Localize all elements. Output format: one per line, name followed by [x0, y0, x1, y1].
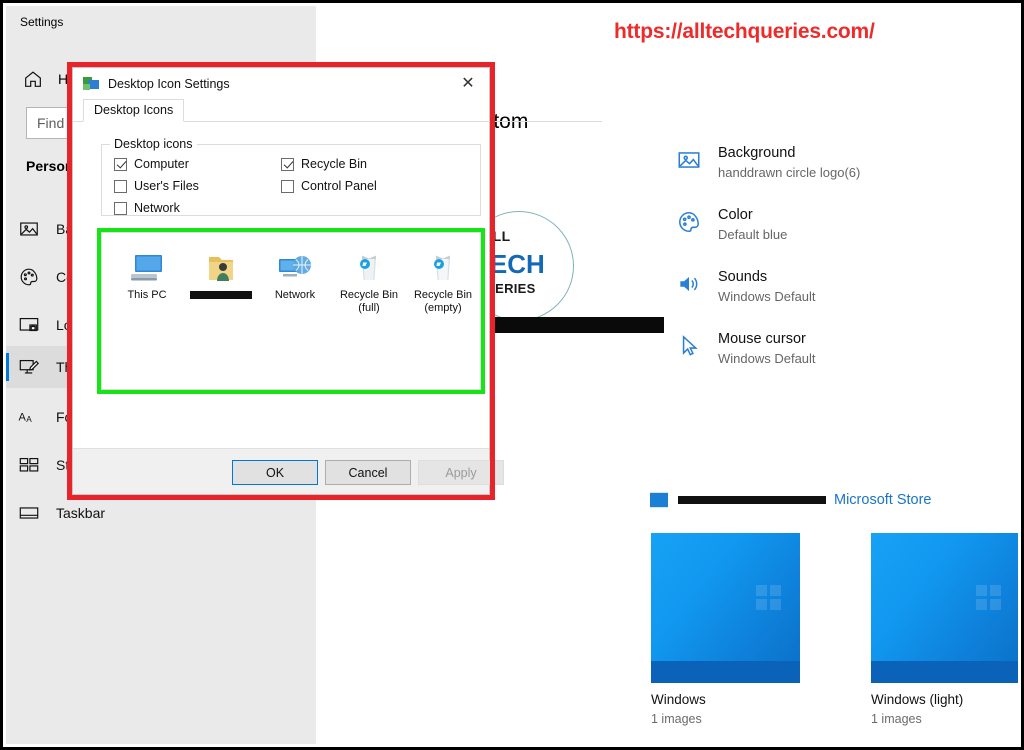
windows-logo-icon [756, 585, 782, 611]
checkbox-recycle-bin[interactable]: Recycle Bin [281, 157, 367, 171]
desktop-icon-settings-dialog: Desktop Icon Settings ✕ Desktop Icons De… [72, 67, 604, 495]
recycle-bin-full-icon [332, 247, 406, 283]
theme-prop-background[interactable]: Background handdrawn circle logo(6) [676, 144, 1006, 188]
preview-icon-network[interactable]: Network [258, 247, 332, 315]
groupbox-legend: Desktop icons [110, 137, 197, 151]
apply-button: Apply [418, 460, 504, 485]
checkbox-recycle-bin-box[interactable] [281, 157, 294, 171]
checkbox-control-panel[interactable]: Control Panel [281, 179, 377, 193]
fonts-icon: AA [18, 406, 40, 428]
preview-icon-user-files[interactable] [184, 247, 258, 315]
theme-name: Windows (light) [871, 692, 964, 707]
window-title: Settings [20, 15, 64, 29]
checkbox-network-label: Network [134, 201, 180, 215]
desktop-icons-groupbox: Desktop icons Computer Recycle Bin User'… [101, 137, 481, 216]
close-icon[interactable]: ✕ [447, 68, 489, 100]
checkbox-network[interactable]: Network [114, 201, 180, 215]
icon-preview-area[interactable]: This PC Network Recycle Bin (full) Recyc… [101, 232, 481, 390]
lock-screen-icon [18, 314, 40, 336]
start-icon [18, 454, 40, 476]
checkbox-computer-box[interactable] [114, 157, 127, 171]
redaction-bar-theme-name [486, 317, 664, 333]
network-icon [258, 247, 332, 283]
checkbox-computer-label: Computer [134, 157, 189, 171]
theme-card[interactable]: Windows (light) 1 images [871, 533, 1018, 726]
recycle-bin-empty-icon [406, 247, 480, 283]
taskbar-icon [18, 502, 40, 524]
theme-prop-sounds-title: Sounds [718, 269, 768, 285]
palette-icon [676, 209, 702, 235]
dialog-tabstrip: Desktop Icons [72, 99, 604, 122]
theme-name: Windows [651, 692, 706, 707]
preview-icon-this-pc[interactable]: This PC [110, 247, 184, 315]
checkbox-recycle-bin-label: Recycle Bin [301, 157, 367, 171]
cursor-icon [676, 333, 702, 359]
desktop-icon-settings-icon [83, 77, 99, 91]
theme-thumbnail[interactable] [871, 533, 1018, 683]
preview-icon-recycle-bin-empty-label: Recycle Bin [413, 289, 473, 301]
checkbox-users-files-box[interactable] [114, 179, 127, 193]
theme-prop-mouse-cursor[interactable]: Mouse cursor Windows Default [676, 330, 1006, 374]
redaction-bar-get-more-themes [678, 496, 826, 504]
theme-thumbnail[interactable] [651, 533, 800, 683]
image-icon [18, 218, 40, 240]
sidebar-item-taskbar-label: Taskbar [56, 505, 106, 521]
tab-desktop-icons[interactable]: Desktop Icons [83, 99, 185, 122]
theme-prop-color-title: Color [718, 207, 753, 223]
theme-prop-sounds[interactable]: Sounds Windows Default [676, 268, 1006, 312]
preview-icon-recycle-bin-empty-sublabel: (empty) [424, 302, 462, 314]
speaker-icon [676, 271, 702, 297]
checkbox-control-panel-label: Control Panel [301, 179, 377, 193]
cancel-button[interactable]: Cancel [325, 460, 411, 485]
checkbox-computer[interactable]: Computer [114, 157, 189, 171]
microsoft-store-link[interactable]: Microsoft Store [834, 492, 932, 508]
image-icon [676, 147, 702, 173]
site-url-watermark: https://alltechqueries.com/ [614, 20, 875, 43]
checkbox-users-files[interactable]: User's Files [114, 179, 199, 193]
theme-prop-mouse-cursor-title: Mouse cursor [718, 331, 806, 347]
theme-image-count: 1 images [651, 712, 702, 726]
ok-button[interactable]: OK [232, 460, 318, 485]
redaction-bar-username [190, 291, 252, 299]
sidebar-item-taskbar[interactable]: Taskbar [6, 492, 296, 534]
dialog-body: Desktop Icons Desktop icons Computer Rec… [72, 99, 604, 491]
checkbox-users-files-label: User's Files [134, 179, 199, 193]
windows-logo-icon [976, 585, 1002, 611]
theme-prop-background-value: handdrawn circle logo(6) [718, 165, 861, 180]
theme-prop-color-value: Default blue [718, 227, 788, 242]
theme-prop-color[interactable]: Color Default blue [676, 206, 1006, 250]
preview-icon-network-label: Network [274, 289, 316, 301]
theme-prop-background-title: Background [718, 145, 796, 161]
preview-icon-recycle-bin-empty[interactable]: Recycle Bin (empty) [406, 247, 480, 315]
icon-preview-row: This PC Network Recycle Bin (full) Recyc… [110, 247, 480, 315]
checkbox-network-box[interactable] [114, 201, 127, 215]
svg-text:A: A [26, 415, 32, 424]
page-frame: Settings Home Find a setting Personaliza… [0, 0, 1024, 750]
theme-card[interactable]: Windows 1 images [651, 533, 800, 726]
theme-prop-sounds-value: Windows Default [718, 289, 816, 304]
home-icon [22, 68, 44, 90]
preview-icon-recycle-bin-full[interactable]: Recycle Bin (full) [332, 247, 406, 315]
dialog-title: Desktop Icon Settings [108, 77, 230, 91]
preview-icon-this-pc-label: This PC [127, 289, 167, 301]
theme-prop-mouse-cursor-value: Windows Default [718, 351, 816, 366]
theme-image-count: 1 images [871, 712, 922, 726]
dialog-panel: Desktop icons Computer Recycle Bin User'… [83, 122, 486, 491]
preview-icon-recycle-bin-full-sublabel: (full) [358, 302, 380, 314]
palette-icon [18, 266, 40, 288]
get-more-themes-row[interactable]: Microsoft Store [648, 491, 932, 509]
checkbox-control-panel-box[interactable] [281, 179, 294, 193]
theme-properties-list: Background handdrawn circle logo(6) Colo… [676, 144, 1006, 392]
theme-grid: Windows 1 images Windows (light) 1 image… [651, 533, 1018, 726]
dialog-titlebar[interactable]: Desktop Icon Settings ✕ [73, 68, 489, 100]
this-pc-icon [110, 247, 184, 283]
user-files-icon [184, 247, 258, 283]
svg-text:A: A [18, 412, 26, 424]
dialog-footer: OK Cancel Apply [73, 448, 504, 494]
preview-icon-recycle-bin-full-label: Recycle Bin [339, 289, 399, 301]
themes-icon [18, 356, 40, 378]
store-icon [648, 491, 670, 509]
